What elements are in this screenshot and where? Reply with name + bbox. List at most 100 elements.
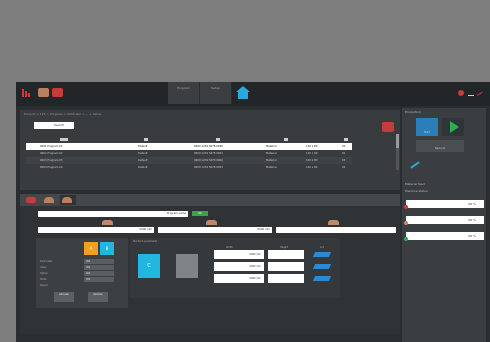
tab-setup[interactable]: Setup bbox=[200, 82, 232, 104]
status-item[interactable]: 00 % bbox=[404, 216, 484, 225]
brick-icon bbox=[206, 220, 217, 225]
dimension-field[interactable] bbox=[276, 227, 396, 233]
delete-button[interactable] bbox=[382, 122, 394, 132]
cell: 0003 Program 03 bbox=[40, 159, 63, 162]
start-button[interactable]: Start bbox=[416, 118, 438, 136]
home-icon[interactable] bbox=[236, 86, 250, 100]
breadcrumb: Product > 123 > Program > 0000 abc > ...… bbox=[24, 112, 102, 116]
scroll-thumb[interactable] bbox=[396, 134, 399, 148]
param-label: Speed bbox=[40, 284, 48, 287]
cell: 0004 Program 04 bbox=[40, 166, 63, 169]
table-scrollbar[interactable] bbox=[396, 134, 399, 170]
cell: Default bbox=[138, 166, 148, 169]
dimension-field[interactable]: 0000 mm bbox=[38, 227, 154, 233]
param-label: Mode bbox=[40, 278, 47, 281]
edit-icon[interactable] bbox=[312, 252, 332, 257]
width-field[interactable]: 0000 mm bbox=[214, 274, 264, 283]
column-header: Act bbox=[320, 246, 324, 249]
cell: 120 x 80 bbox=[306, 166, 318, 169]
header-icon bbox=[284, 138, 288, 141]
minimize-icon[interactable] bbox=[468, 90, 474, 96]
cell: Material bbox=[266, 152, 277, 155]
height-field[interactable] bbox=[268, 250, 304, 259]
dimension-field[interactable]: 0000 mm bbox=[158, 227, 272, 233]
status-value: 00 % bbox=[468, 202, 476, 206]
tab-program[interactable]: Program bbox=[168, 82, 200, 104]
option-a-button[interactable]: A bbox=[84, 242, 98, 255]
cell: 0001 Program 01 bbox=[40, 145, 63, 148]
param-field[interactable]: 000 bbox=[84, 277, 114, 282]
option-b-button[interactable]: B bbox=[100, 242, 114, 255]
header-icon bbox=[216, 138, 220, 141]
mode-grey-button[interactable] bbox=[176, 254, 198, 278]
cell: Default bbox=[138, 152, 148, 155]
status-dot bbox=[404, 237, 408, 241]
column-header: Height bbox=[280, 246, 288, 249]
monitor-screen: Program Setup Product > 123 > Program > … bbox=[16, 82, 490, 342]
param-field[interactable]: 000 bbox=[84, 271, 114, 276]
status-item[interactable]: 00 % bbox=[404, 232, 484, 241]
brick-icon bbox=[102, 220, 113, 225]
play-icon bbox=[450, 121, 459, 133]
table-row[interactable]: 0002 Program 02 Default 0000 1234 5678 0… bbox=[26, 150, 352, 157]
param-field[interactable]: 000 bbox=[84, 259, 114, 264]
cell: 01 bbox=[342, 145, 346, 148]
param-field[interactable]: 000 bbox=[84, 265, 114, 270]
user-icon[interactable] bbox=[458, 90, 464, 96]
next-job-button[interactable]: Next job bbox=[416, 140, 464, 152]
play-button[interactable] bbox=[442, 118, 464, 136]
table-header bbox=[26, 136, 352, 143]
table-row[interactable]: 0004 Program 04 Default 0000 1234 5678 0… bbox=[26, 164, 352, 171]
wrench-icon[interactable] bbox=[410, 161, 420, 169]
cell: Material bbox=[266, 159, 277, 162]
header-icon bbox=[60, 138, 68, 141]
cell: Default bbox=[138, 159, 148, 162]
status-item[interactable]: 00 % bbox=[404, 200, 484, 209]
button-label: Start bbox=[423, 131, 431, 134]
width-field[interactable]: 0000 mm bbox=[214, 250, 264, 259]
section-label: Material feed bbox=[405, 182, 425, 186]
cell: Default bbox=[138, 145, 148, 148]
alert-icon[interactable] bbox=[52, 88, 63, 97]
cell: 0000 1234 5678 0001 bbox=[194, 152, 223, 155]
column-header: Width bbox=[226, 246, 233, 249]
table-row[interactable]: 0003 Program 03 Default 0000 1234 5678 0… bbox=[26, 157, 352, 164]
program-table: 0001 Program 01 Default 0000 1234 5678 0… bbox=[26, 136, 352, 171]
param-label: Parameter bbox=[40, 260, 53, 263]
tab-brick-active-icon[interactable] bbox=[60, 195, 76, 205]
height-field[interactable] bbox=[268, 262, 304, 271]
status-value: 00 % bbox=[468, 218, 476, 222]
top-bar: Program Setup bbox=[16, 82, 490, 106]
width-field[interactable]: 0000 mm bbox=[214, 262, 264, 271]
add-new-button[interactable]: Add new bbox=[54, 292, 74, 302]
table-row[interactable]: 0001 Program 01 Default 0000 1234 5678 0… bbox=[26, 143, 352, 150]
param-label: Value bbox=[40, 266, 47, 269]
cell: Material bbox=[266, 166, 277, 169]
setup-tabs bbox=[20, 194, 400, 206]
height-field[interactable] bbox=[268, 274, 304, 283]
button-label: Next job bbox=[434, 147, 446, 150]
program-name-field[interactable]: Program name bbox=[38, 211, 188, 217]
tab-red-icon[interactable] bbox=[24, 195, 40, 205]
brand-logo bbox=[22, 89, 32, 97]
cell: 0000 1234 5678 0000 bbox=[194, 145, 223, 148]
panel-heading: Production bbox=[405, 110, 421, 114]
mode-c-button[interactable]: C bbox=[138, 254, 160, 278]
photo-frame: Program Setup Product > 123 > Program > … bbox=[0, 0, 490, 342]
edit-icon[interactable] bbox=[312, 276, 332, 281]
cell: 0002 Program 02 bbox=[40, 152, 63, 155]
cell: 0000 1234 5678 0002 bbox=[194, 159, 223, 162]
setup-panel: Program name OK 0000 mm 0000 mm A B Para… bbox=[20, 194, 400, 334]
close-icon[interactable] bbox=[476, 91, 486, 101]
tab-brick-icon[interactable] bbox=[42, 195, 58, 205]
remove-button[interactable]: Remove bbox=[88, 292, 108, 302]
product-parameter-box: Product parameter C Width Height Act 000… bbox=[130, 238, 340, 298]
confirm-chip[interactable]: OK bbox=[192, 211, 208, 216]
status-label: Machine status bbox=[405, 189, 428, 193]
search-input[interactable]: Search bbox=[34, 122, 74, 129]
program-list-panel: Product > 123 > Program > 0000 abc > ...… bbox=[20, 110, 400, 190]
header-icon bbox=[144, 138, 148, 141]
param-label: Option bbox=[40, 272, 48, 275]
machine-icon[interactable] bbox=[38, 88, 49, 97]
edit-icon[interactable] bbox=[312, 264, 332, 269]
